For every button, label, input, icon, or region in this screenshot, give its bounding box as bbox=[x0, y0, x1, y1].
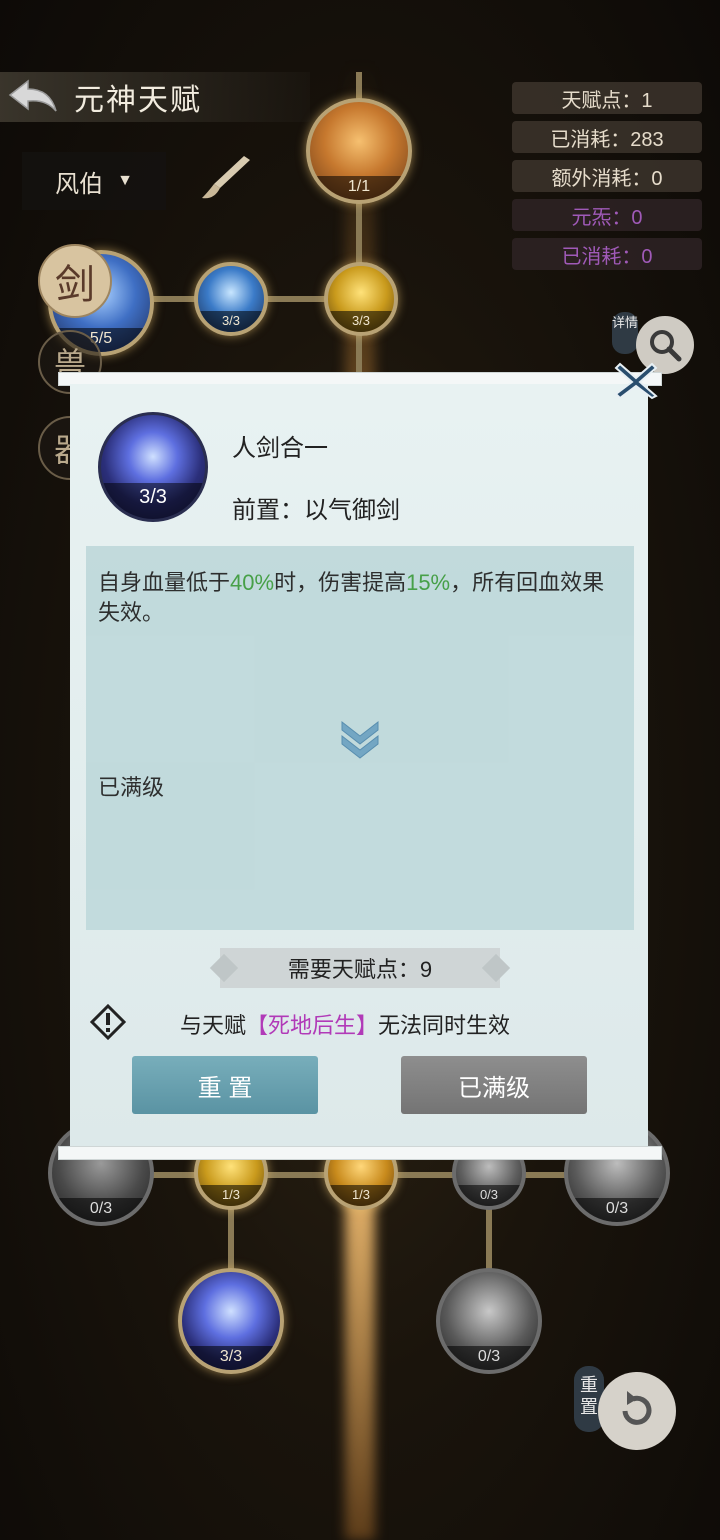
desc-value-hp: 40% bbox=[230, 570, 275, 595]
maxed-button[interactable]: 已满级 bbox=[401, 1056, 587, 1114]
detail-tag[interactable]: 详情 bbox=[612, 312, 638, 354]
skill-name: 人剑合一 bbox=[232, 435, 328, 462]
magnifier-icon bbox=[650, 330, 682, 362]
conflict-prefix: 与天赋 bbox=[180, 1013, 247, 1038]
reset-button[interactable]: 重 置 bbox=[132, 1056, 318, 1114]
talent-detail-dialog: 3/3 人剑合一 前置：以气御剑 自身血量低于40%时，伤害提高15%，所有回血… bbox=[70, 384, 648, 1146]
double-chevron-down-icon bbox=[341, 720, 379, 759]
close-icon[interactable] bbox=[612, 360, 660, 400]
talent-node-last-2[interactable]: 0/3 bbox=[436, 1268, 542, 1374]
cost-banner: 需要天赋点：9 bbox=[220, 948, 500, 988]
desc-part: 时，伤害提高 bbox=[274, 570, 407, 595]
node-count: 0/3 bbox=[456, 1185, 522, 1206]
reset-tree-button[interactable] bbox=[598, 1372, 676, 1450]
skill-description: 自身血量低于40%时，伤害提高15%，所有回血效果失效。 bbox=[98, 568, 622, 628]
talent-node-top[interactable]: 1/1 bbox=[306, 98, 412, 204]
consumed-stat: 已消耗：283 bbox=[512, 121, 702, 153]
back-arrow-icon[interactable] bbox=[6, 75, 60, 119]
talent-node-sword-unity[interactable]: 3/3 bbox=[178, 1268, 284, 1374]
node-count: 1/3 bbox=[328, 1185, 394, 1206]
dropdown-selected-value: 风伯 bbox=[55, 170, 104, 198]
desc-part: 自身血量低于 bbox=[98, 570, 231, 595]
character-dropdown[interactable]: 风伯 ▼ bbox=[22, 152, 166, 210]
node-count: 0/3 bbox=[52, 1198, 150, 1222]
reset-circle-arrow-icon bbox=[622, 1391, 652, 1425]
conflict-talent-name[interactable]: 【死地后生】 bbox=[246, 1013, 378, 1038]
dialog-bottom-rod bbox=[58, 1146, 662, 1160]
skill-level: 3/3 bbox=[101, 483, 205, 519]
node-count: 0/3 bbox=[440, 1346, 538, 1370]
talent-node-row1-2[interactable]: 3/3 bbox=[194, 262, 268, 336]
desc-value-damage: 15% bbox=[406, 570, 451, 595]
conflict-notice: 与天赋【死地后生】无法同时生效 bbox=[180, 1008, 510, 1040]
yuansha-stat: 元炁：0 bbox=[512, 199, 702, 231]
node-count: 1/1 bbox=[310, 176, 408, 200]
warning-diamond-icon bbox=[90, 1004, 126, 1040]
extra-consumed-stat: 额外消耗：0 bbox=[512, 160, 702, 192]
required-points: 需要天赋点：9 bbox=[287, 957, 433, 982]
category-sword-badge[interactable]: 剑 bbox=[38, 244, 112, 318]
skill-prerequisite: 前置：以气御剑 bbox=[232, 497, 400, 524]
skill-icon: 3/3 bbox=[98, 412, 208, 522]
talent-node-row1-3[interactable]: 3/3 bbox=[324, 262, 398, 336]
node-count: 3/3 bbox=[182, 1346, 280, 1370]
conflict-suffix: 无法同时生效 bbox=[378, 1013, 511, 1038]
node-count: 0/3 bbox=[568, 1198, 666, 1222]
talent-points-stat: 天赋点：1 bbox=[512, 82, 702, 114]
node-count: 1/3 bbox=[198, 1185, 264, 1206]
header-bar: 元神天赋 bbox=[0, 72, 310, 122]
brush-icon[interactable] bbox=[198, 152, 254, 202]
description-box: 自身血量低于40%时，伤害提高15%，所有回血效果失效。 已满级 bbox=[86, 546, 634, 930]
dropdown-arrow-icon: ▼ bbox=[117, 172, 133, 189]
yuansha-consumed-stat: 已消耗：0 bbox=[512, 238, 702, 270]
page-title: 元神天赋 bbox=[74, 84, 202, 117]
next-level-status: 已满级 bbox=[98, 775, 165, 800]
node-count: 3/3 bbox=[328, 311, 394, 332]
node-count: 3/3 bbox=[198, 311, 264, 332]
stats-panel: 天赋点：1 已消耗：283 额外消耗：0 元炁：0 已消耗：0 bbox=[512, 82, 702, 277]
